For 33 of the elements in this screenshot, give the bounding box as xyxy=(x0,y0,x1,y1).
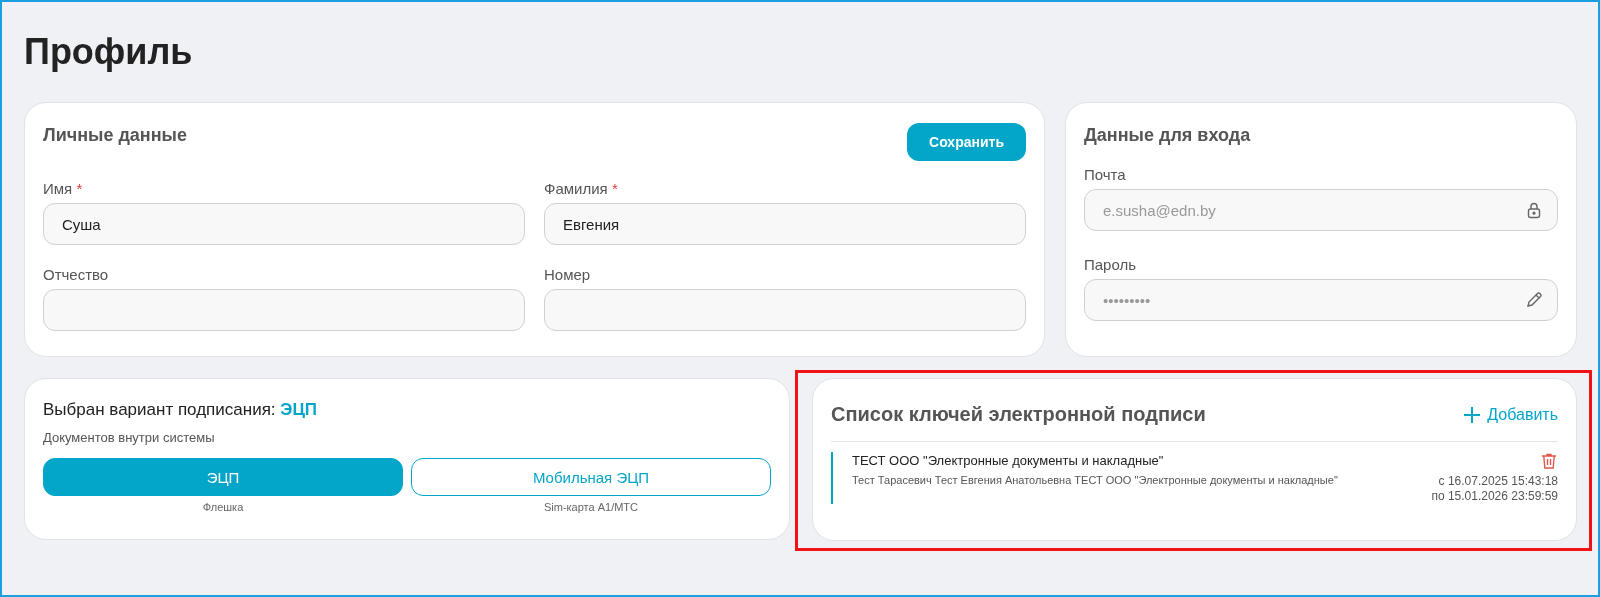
valid-to-date: по 15.01.2026 23:59:59 xyxy=(1431,489,1558,504)
field-label: Пароль xyxy=(1084,255,1138,275)
valid-from-date: с 16.07.2025 15:43:18 xyxy=(1438,474,1558,489)
save-button[interactable]: Сохранить xyxy=(907,123,1026,161)
input-field[interactable] xyxy=(544,289,1026,331)
card-title: Данные для входа xyxy=(1084,124,1252,147)
edit-icon[interactable] xyxy=(1525,291,1543,309)
key-name: ТЕСТ ООО "Электронные документы и накладные" xyxy=(852,453,1165,468)
input-field[interactable]: Евгения xyxy=(544,203,1026,245)
card-title: Личные данные xyxy=(43,124,187,147)
lock-icon xyxy=(1525,201,1543,219)
signing-option-button[interactable]: Мобильная ЭЦП xyxy=(411,458,771,496)
option-caption: Флешка xyxy=(202,501,244,513)
signing-method-text: Выбран вариант подписания: ЭЦП xyxy=(43,399,319,421)
key-item[interactable]: ТЕСТ ООО "Электронные документы и накладные" Тест Тарасевич Тест Евгения Анатольевна ТЕСТ ООО "Электронные документы и накладные" с 16.07.2025 15:43:18 по 15.01.2026 23:59:59 xyxy=(831,452,1558,504)
add-button[interactable]: Добавить xyxy=(1463,405,1558,424)
input-field[interactable] xyxy=(43,289,525,331)
input-field[interactable]: ••••••••• xyxy=(1084,279,1558,321)
signing-description: Документов внутри системы xyxy=(43,430,215,445)
field-label: Номер xyxy=(544,265,592,285)
signing-option-button[interactable]: ЭЦП xyxy=(43,458,403,496)
input-field[interactable]: e.susha@edn.by xyxy=(1084,189,1558,231)
input-field[interactable]: Суша xyxy=(43,203,525,245)
plus-icon xyxy=(1463,405,1482,424)
field-label: Фамилия * xyxy=(544,179,619,199)
field-label: Почта xyxy=(1084,165,1127,185)
card-title: Список ключей электронной подписи xyxy=(831,403,1206,426)
field-label: Имя * xyxy=(43,179,84,199)
delete-icon[interactable] xyxy=(1540,452,1558,470)
field-label: Отчество xyxy=(43,265,110,285)
key-owner: Тест Тарасевич Тест Евгения Анатольевна ТЕСТ ООО "Электронные документы и накладные" xyxy=(852,474,1338,486)
page-title: Профиль xyxy=(24,30,194,74)
option-caption: Sim-карта A1/MTC xyxy=(543,501,639,513)
